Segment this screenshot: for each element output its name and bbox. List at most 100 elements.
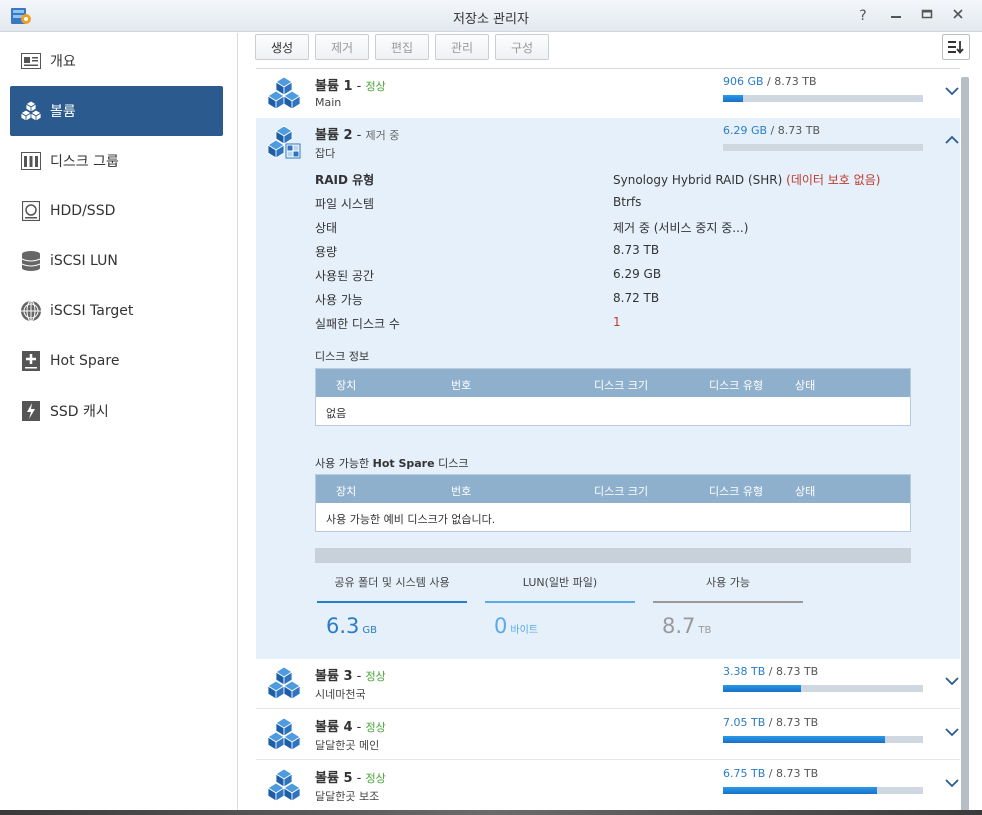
window-title: 저장소 관리자: [453, 12, 529, 27]
scrollbar[interactable]: [961, 77, 969, 815]
volume-used: 3.38 TB: [723, 665, 766, 678]
sidebar-item-label: HDD/SSD: [50, 203, 116, 219]
volume-status: 정상: [365, 80, 386, 93]
sidebar-item-label: Hot Spare: [50, 353, 120, 369]
volume-row[interactable]: 볼륨 1 - 정상 Main 906 GB / 8.73 TB: [256, 69, 960, 119]
volume-detail-panel: 볼륨 2 - 제거 중 잡다 6.29 GB / 8.73 TB RAID 유형…: [256, 118, 960, 659]
volume-icon: [267, 768, 301, 802]
close-button[interactable]: [948, 6, 968, 26]
chevron-down-icon[interactable]: [944, 673, 960, 689]
create-button[interactable]: 생성: [255, 34, 309, 60]
chevron-down-icon[interactable]: [944, 775, 960, 791]
usage-bar-fill: [723, 736, 885, 743]
volume-total: 8.73 TB: [775, 665, 819, 678]
volume-status: 제거 중: [365, 129, 400, 142]
close-icon: [953, 9, 963, 19]
property-value: 8.72 TB: [613, 291, 660, 305]
table-row: 사용 가능한 예비 디스크가 없습니다.: [326, 513, 496, 526]
volume-status: 정상: [365, 772, 386, 785]
volume-row[interactable]: 볼륨 3 - 정상 시네마천국 3.38 TB / 8.73 TB: [256, 659, 960, 709]
sidebar-item-iscsi-target[interactable]: iSCSI Target: [10, 286, 223, 336]
sidebar-item-hot-spare[interactable]: Hot Spare: [10, 336, 223, 386]
manage-button[interactable]: 관리: [435, 34, 489, 60]
sidebar-item-ssd-cache[interactable]: SSD 캐시: [10, 386, 223, 436]
disk-group-icon: [20, 150, 42, 172]
column-header[interactable]: 상태: [795, 377, 815, 393]
column-header[interactable]: 번호: [451, 483, 471, 499]
configure-button[interactable]: 구성: [495, 34, 549, 60]
ssd-cache-icon: [20, 400, 42, 422]
sort-button[interactable]: [942, 34, 970, 60]
property-row: 사용 가능 8.72 TB: [315, 291, 955, 311]
sidebar-item-overview[interactable]: 개요: [10, 36, 223, 86]
sort-icon: [948, 41, 964, 54]
volume-name: 볼륨 5: [315, 771, 353, 786]
column-header[interactable]: 디스크 유형: [709, 483, 763, 499]
stat-available: 사용 가능 8.7 TB: [653, 574, 803, 654]
volume-name: 볼륨 2: [315, 128, 353, 143]
volume-description: 잡다: [315, 147, 336, 160]
volume-description: 달달한곳 메인: [315, 739, 380, 752]
property-row: 상태 제거 중 (서비스 중지 중...): [315, 219, 955, 239]
volume-used: 906 GB: [723, 75, 764, 88]
sidebar-item-label: SSD 캐시: [50, 404, 109, 420]
volume-icon: [267, 666, 301, 700]
usage-bar: [723, 95, 923, 102]
usage-bar: [723, 787, 923, 794]
volume-icon: [20, 100, 42, 122]
remove-button[interactable]: 제거: [315, 34, 369, 60]
column-header[interactable]: 번호: [451, 377, 471, 393]
property-row: RAID 유형 Synology Hybrid RAID (SHR) (데이터 …: [315, 171, 955, 191]
table-row: 없음: [326, 407, 347, 420]
sidebar-item-label: 볼륨: [50, 104, 76, 120]
sidebar-item-volume[interactable]: 볼륨: [10, 86, 223, 136]
toolbar: 생성 제거 편집 관리 구성: [240, 33, 982, 69]
volume-name: 볼륨 4: [315, 720, 353, 735]
usage-bar: [723, 736, 923, 743]
chevron-down-icon[interactable]: [944, 724, 960, 740]
sidebar-item-hdd-ssd[interactable]: HDD/SSD: [10, 186, 223, 236]
volume-status: 정상: [365, 670, 386, 683]
volume-name: 볼륨 1: [315, 79, 353, 94]
property-label: 사용 가능: [315, 293, 363, 307]
sidebar-item-label: iSCSI LUN: [50, 253, 118, 269]
sidebar-item-label: 개요: [50, 54, 76, 70]
property-value: 제거 중 (서비스 중지 중...): [613, 221, 749, 235]
hot-spare-title: 사용 가능한 Hot Spare 디스크: [315, 457, 469, 470]
column-header[interactable]: 디스크 크기: [594, 483, 648, 499]
warning-text: (데이터 보호 없음): [786, 173, 881, 187]
minimize-button[interactable]: [886, 6, 906, 26]
maximize-icon: [921, 9, 933, 19]
property-row: 파일 시스템 Btrfs: [315, 195, 955, 215]
chevron-down-icon[interactable]: [944, 83, 960, 99]
maximize-button[interactable]: [917, 6, 937, 26]
usage-bar-fill: [723, 787, 877, 794]
property-label: 용량: [315, 245, 338, 259]
sidebar-item-disk-group[interactable]: 디스크 그룹: [10, 136, 223, 186]
help-icon: ?: [859, 8, 867, 24]
edit-button[interactable]: 편집: [375, 34, 429, 60]
hdd-icon: [20, 200, 42, 222]
volume-used: 7.05 TB: [723, 716, 766, 729]
volume-description: Main: [315, 96, 342, 109]
column-header[interactable]: 장치: [336, 483, 356, 499]
sidebar-item-iscsi-lun[interactable]: iSCSI LUN: [10, 236, 223, 286]
stat-lun: LUN(일반 파일) 0 바이트: [485, 574, 635, 654]
help-button[interactable]: ?: [853, 6, 873, 26]
column-header[interactable]: 장치: [336, 377, 356, 393]
volume-total: 8.73 TB: [775, 716, 819, 729]
iscsi-target-icon: [20, 300, 42, 322]
volume-row[interactable]: 볼륨 2 - 제거 중 잡다 6.29 GB / 8.73 TB: [256, 118, 960, 168]
chevron-up-icon[interactable]: [944, 132, 960, 148]
column-header[interactable]: 디스크 유형: [709, 377, 763, 393]
property-value: 1: [613, 315, 621, 329]
hot-spare-icon: [20, 350, 42, 372]
volume-row[interactable]: 볼륨 4 - 정상 달달한곳 메인 7.05 TB / 8.73 TB: [256, 710, 960, 760]
column-header[interactable]: 디스크 크기: [594, 377, 648, 393]
hot-spare-table: 장치 번호 디스크 크기 디스크 유형 상태 사용 가능한 예비 디스크가 없습…: [315, 474, 911, 532]
volume-row[interactable]: 볼륨 5 - 정상 달달한곳 보조 6.75 TB / 8.73 TB: [256, 761, 960, 811]
usage-bar: [723, 685, 923, 692]
volume-removing-icon: [267, 125, 301, 159]
title-bar: 저장소 관리자 ?: [0, 0, 982, 32]
column-header[interactable]: 상태: [795, 483, 815, 499]
